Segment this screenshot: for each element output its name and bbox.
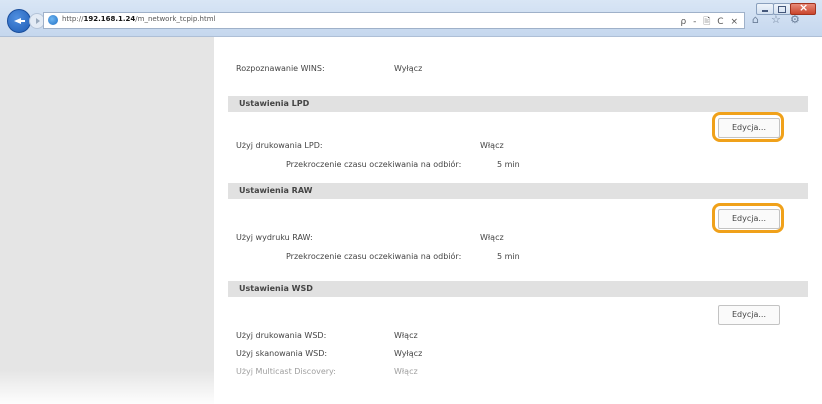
lpd-timeout-value: 5 min [497,160,520,169]
raw-timeout-label: Przekroczenie czasu oczekiwania na odbió… [286,252,462,261]
section-wsd-header: Ustawienia WSD [228,281,808,297]
edit-raw-button[interactable]: Edycja... [718,209,780,229]
close-button[interactable] [790,1,816,15]
wins-value: Wyłącz [394,64,423,73]
edit-lpd-button[interactable]: Edycja... [718,118,780,138]
back-arrow-icon[interactable] [7,9,31,33]
wsd-print-label: Użyj drukowania WSD: [236,331,327,340]
section-lpd-header: Ustawienia LPD [228,96,808,112]
bottom-fade-overlay [0,370,822,404]
raw-print-label: Użyj wydruku RAW: [236,233,313,242]
left-navigation-panel [0,37,214,404]
raw-timeout-value: 5 min [497,252,520,261]
url-text: http://192.168.1.24/m_network_tcpip.html [62,15,216,23]
wsd-scan-value: Wyłącz [394,349,423,358]
raw-print-value: Włącz [480,233,504,242]
wsd-print-value: Włącz [394,331,418,340]
maximize-button[interactable] [773,3,791,15]
edit-wsd-button[interactable]: Edycja... [718,305,780,325]
lpd-timeout-label: Przekroczenie czasu oczekiwania na odbió… [286,160,462,169]
lpd-print-value: Włącz [480,141,504,150]
address-bar[interactable]: http://192.168.1.24/m_network_tcpip.html… [43,12,745,29]
section-raw-header: Ustawienia RAW [228,183,808,199]
lpd-print-label: Użyj drukowania LPD: [236,141,323,150]
wsd-scan-label: Użyj skanowania WSD: [236,349,328,358]
browser-titlebar: http://192.168.1.24/m_network_tcpip.html… [0,0,822,37]
address-controls[interactable]: ρ - 🖹 C × [681,14,740,30]
minimize-button[interactable] [756,3,774,15]
page-globe-icon [48,15,58,25]
settings-content: Rozpoznawanie WINS: Wyłącz Ustawienia LP… [214,37,822,404]
wins-label: Rozpoznawanie WINS: [236,64,325,73]
